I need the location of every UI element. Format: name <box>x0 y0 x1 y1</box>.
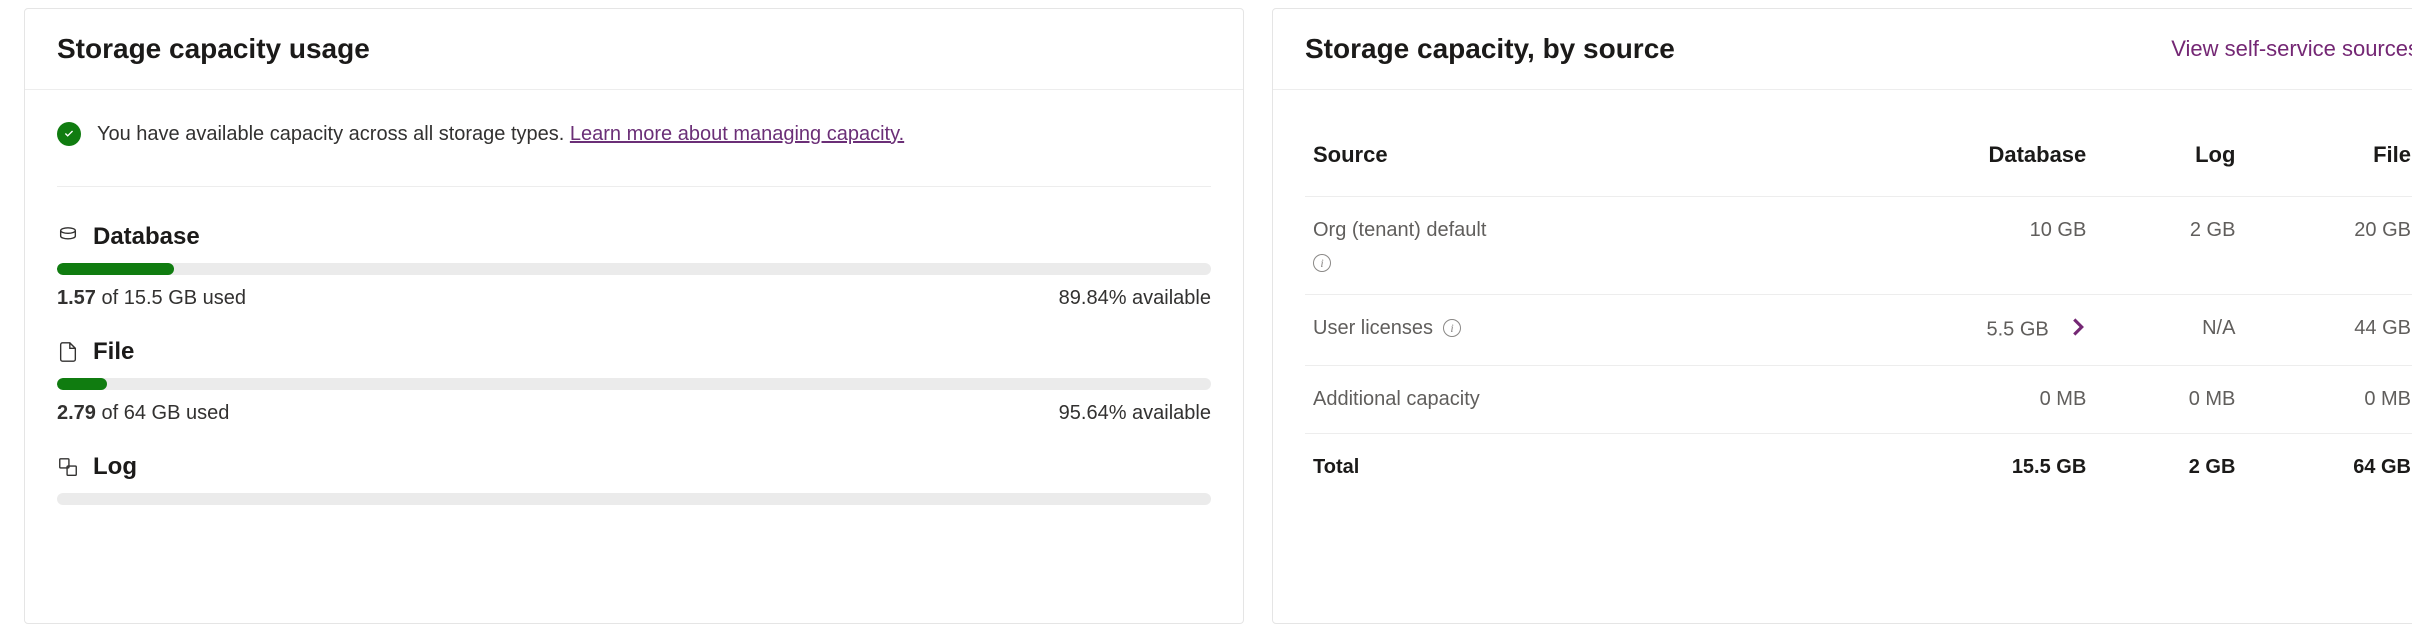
usage-log: Log <box>57 453 1211 505</box>
usage-title-row: Database <box>57 223 1211 251</box>
cell-file: 44 GB <box>2243 295 2412 366</box>
log-icon <box>57 456 79 478</box>
table-header-row: Source Database Log File <box>1305 122 2412 197</box>
cell-file: 64 GB <box>2243 434 2412 502</box>
cell-file: 0 MB <box>2243 366 2412 434</box>
cell-log: N/A <box>2094 295 2243 366</box>
usage-label: File <box>93 338 134 366</box>
card-body: You have available capacity across all s… <box>25 90 1243 623</box>
file-icon <box>57 341 79 363</box>
cell-database: 0 MB <box>1819 366 2095 434</box>
card-title: Storage capacity, by source <box>1305 33 1675 65</box>
status-row: You have available capacity across all s… <box>57 122 1211 187</box>
progress-track <box>57 378 1211 390</box>
usage-used-suffix: of 15.5 GB used <box>102 287 247 309</box>
col-database[interactable]: Database <box>1819 122 2095 197</box>
usage-available: 89.84% available <box>1059 287 1211 310</box>
progress-track <box>57 493 1211 505</box>
progress-fill <box>57 263 174 275</box>
source-name: User licenses <box>1313 317 1433 340</box>
source-table: Source Database Log File Org (tenant) de… <box>1305 122 2412 501</box>
info-icon[interactable]: i <box>1313 254 1331 272</box>
card-header: Storage capacity, by source View self-se… <box>1273 9 2412 90</box>
usage-used-value: 1.57 <box>57 287 96 309</box>
storage-usage-card: Storage capacity usage You have availabl… <box>24 8 1244 624</box>
col-source[interactable]: Source <box>1305 122 1819 197</box>
table-row: User licenses i 5.5 GB N/A 44 GB <box>1305 295 2412 366</box>
status-message: You have available capacity across all s… <box>97 123 564 145</box>
cell-log: 2 GB <box>2094 434 2243 502</box>
usage-file: File 2.79 of 64 GB used 95.64% available <box>57 338 1211 425</box>
usage-used-suffix: of 64 GB used <box>102 402 230 424</box>
usage-label: Log <box>93 453 137 481</box>
view-self-service-link[interactable]: View self-service sources <box>2171 36 2412 62</box>
storage-by-source-card: Storage capacity, by source View self-se… <box>1272 8 2412 624</box>
table-row: Additional capacity 0 MB 0 MB 0 MB <box>1305 366 2412 434</box>
cell-source: User licenses i <box>1305 295 1819 366</box>
usage-stats: 2.79 of 64 GB used 95.64% available <box>57 402 1211 425</box>
usage-used: 2.79 of 64 GB used <box>57 402 229 425</box>
card-header: Storage capacity usage <box>25 9 1243 90</box>
usage-stats: 1.57 of 15.5 GB used 89.84% available <box>57 287 1211 310</box>
source-name: Org (tenant) default <box>1313 219 1486 242</box>
cell-database: 5.5 GB <box>1819 295 2095 366</box>
cell-log: 2 GB <box>2094 197 2243 295</box>
cell-file: 20 GB <box>2243 197 2412 295</box>
cell-source: Additional capacity <box>1305 366 1819 434</box>
learn-more-link[interactable]: Learn more about managing capacity. <box>570 123 904 145</box>
chevron-right-icon[interactable] <box>2070 317 2086 343</box>
usage-used: 1.57 of 15.5 GB used <box>57 287 246 310</box>
source-name: Additional capacity <box>1313 388 1480 411</box>
cell-log: 0 MB <box>2094 366 2243 434</box>
status-text: You have available capacity across all s… <box>97 123 904 146</box>
usage-database: Database 1.57 of 15.5 GB used 89.84% ava… <box>57 223 1211 310</box>
cell-source: Total <box>1305 434 1819 502</box>
database-icon <box>57 226 79 248</box>
cell-database: 15.5 GB <box>1819 434 2095 502</box>
card-title: Storage capacity usage <box>57 33 370 65</box>
cell-value: 5.5 GB <box>1986 318 2048 340</box>
cell-source: Org (tenant) default i <box>1305 197 1819 295</box>
progress-track <box>57 263 1211 275</box>
table-total-row: Total 15.5 GB 2 GB 64 GB <box>1305 434 2412 502</box>
success-check-icon <box>57 122 81 146</box>
progress-fill <box>57 378 107 390</box>
table-row: Org (tenant) default i 10 GB 2 GB 20 GB <box>1305 197 2412 295</box>
usage-title-row: Log <box>57 453 1211 481</box>
col-file[interactable]: File <box>2243 122 2412 197</box>
cell-database: 10 GB <box>1819 197 2095 295</box>
usage-available: 95.64% available <box>1059 402 1211 425</box>
usage-title-row: File <box>57 338 1211 366</box>
col-log[interactable]: Log <box>2094 122 2243 197</box>
usage-used-value: 2.79 <box>57 402 96 424</box>
card-body: Source Database Log File Org (tenant) de… <box>1273 90 2412 623</box>
usage-label: Database <box>93 223 200 251</box>
info-icon[interactable]: i <box>1443 319 1461 337</box>
